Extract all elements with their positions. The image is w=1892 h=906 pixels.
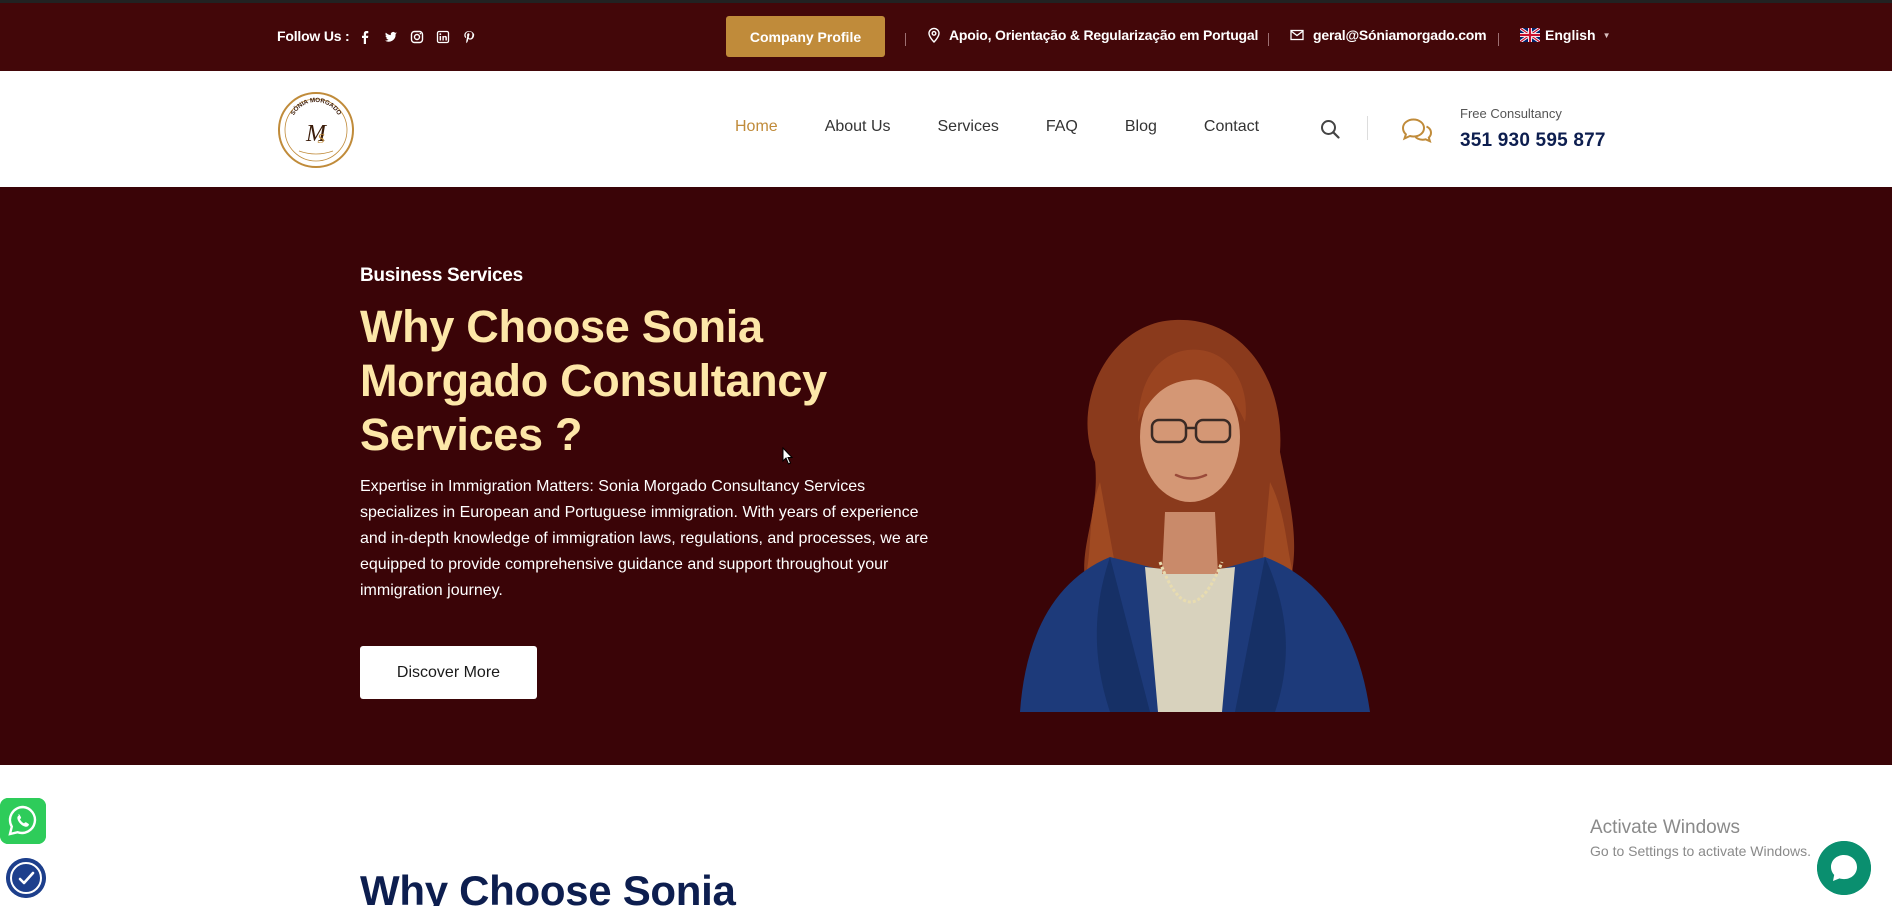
hero-description: Expertise in Immigration Matters: Sonia … <box>360 478 929 599</box>
uk-flag-icon <box>1520 28 1540 42</box>
company-profile-button[interactable]: Company Profile <box>726 16 885 57</box>
facebook-icon[interactable] <box>358 30 372 44</box>
divider <box>1367 116 1368 140</box>
pinterest-icon[interactable] <box>462 30 476 44</box>
watermark-line-2: Go to Settings to activate Windows. <box>1590 843 1811 859</box>
nav-services[interactable]: Services <box>938 118 999 136</box>
social-links <box>358 30 476 44</box>
divider <box>1498 33 1499 46</box>
svg-text:M: M <box>305 121 328 147</box>
chevron-down-icon: ▼ <box>1602 30 1611 40</box>
divider <box>905 33 906 46</box>
search-icon[interactable] <box>1320 119 1340 139</box>
free-consultancy-label: Free Consultancy <box>1460 106 1562 121</box>
mouse-cursor-icon <box>782 447 794 465</box>
divider <box>1268 33 1269 46</box>
linkedin-icon[interactable] <box>436 30 450 44</box>
chat-bubbles-icon <box>1401 118 1433 143</box>
section-heading: Why Choose Sonia <box>360 867 736 906</box>
language-label: English <box>1545 27 1596 43</box>
consultant-portrait <box>1020 319 1370 712</box>
location-pin-icon <box>928 27 940 43</box>
main-nav: Home About Us Services FAQ Blog Contact <box>735 118 1306 136</box>
email-info[interactable]: geral@Sóniamorgado.com <box>1290 27 1487 43</box>
top-bar: Follow Us : Company Profile Apoio, Orien… <box>0 0 1892 71</box>
watermark-line-1: Activate Windows <box>1590 817 1740 838</box>
nav-contact[interactable]: Contact <box>1204 118 1259 136</box>
instagram-icon[interactable] <box>410 30 424 44</box>
main-header: SÓNIA MORGADO M S Home About Us Services… <box>0 71 1892 187</box>
accessibility-button[interactable] <box>6 858 46 898</box>
live-chat-button[interactable] <box>1817 841 1871 895</box>
hero-section: Business Services Why Choose Sonia Morga… <box>0 187 1892 765</box>
windows-activation-watermark: Activate Windows Go to Settings to activ… <box>1590 817 1811 859</box>
twitter-icon[interactable] <box>384 30 398 44</box>
nav-blog[interactable]: Blog <box>1125 118 1157 136</box>
email-text: geral@Sóniamorgado.com <box>1313 27 1487 43</box>
company-logo[interactable]: SÓNIA MORGADO M S <box>277 91 355 169</box>
envelope-icon <box>1290 29 1304 41</box>
address-info: Apoio, Orientação & Regularização em Por… <box>927 27 1258 43</box>
whatsapp-button[interactable] <box>0 798 46 844</box>
svg-text:S: S <box>318 132 325 147</box>
nav-home[interactable]: Home <box>735 118 778 136</box>
nav-faq[interactable]: FAQ <box>1046 118 1078 136</box>
nav-about-us[interactable]: About Us <box>825 118 891 136</box>
hero-title: Why Choose Sonia Morgado Consultancy Ser… <box>360 301 827 460</box>
hero-eyebrow: Business Services <box>360 265 523 286</box>
discover-more-button[interactable]: Discover More <box>360 646 537 699</box>
phone-number[interactable]: 351 930 595 877 <box>1460 130 1606 152</box>
language-selector[interactable]: English ▼ <box>1520 27 1610 43</box>
follow-us-label: Follow Us : <box>277 28 350 44</box>
address-text: Apoio, Orientação & Regularização em Por… <box>949 27 1259 43</box>
